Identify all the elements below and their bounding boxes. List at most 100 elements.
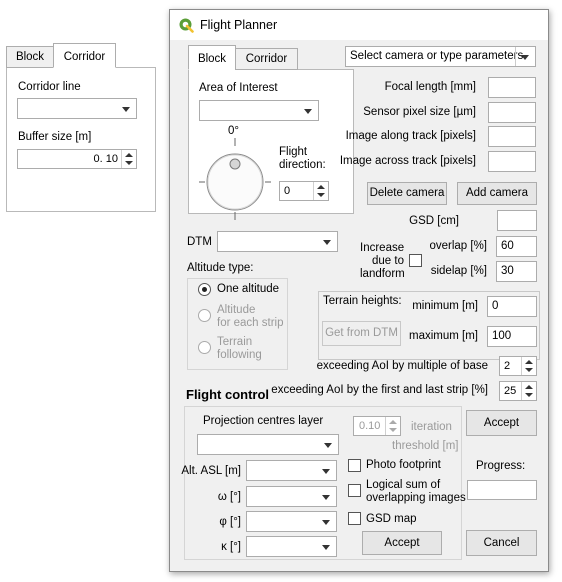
chevron-down-icon [521, 55, 529, 60]
phi-select[interactable] [246, 511, 337, 532]
first-last-strip-label: exceeding AoI by the first and last stri… [271, 384, 488, 396]
get-from-dtm-button[interactable]: Get from DTM [322, 321, 401, 346]
kappa-select[interactable] [246, 536, 337, 557]
cancel-button[interactable]: Cancel [466, 530, 537, 556]
image-across-track-input[interactable] [488, 151, 536, 172]
spin-buttons[interactable] [521, 382, 536, 400]
projection-centres-select[interactable] [197, 434, 339, 455]
flight-planner-window: Flight Planner Block Corridor Area of In… [169, 9, 549, 572]
sidelap-input[interactable]: 30 [496, 261, 537, 282]
minimum-label: minimum [m] [412, 300, 478, 312]
increase-label-3: landform [360, 268, 405, 280]
increase-label-2: due to [372, 255, 404, 267]
gsd-input[interactable] [497, 210, 537, 231]
increase-label-1: Increase [360, 242, 405, 254]
area-of-interest-label: Area of Interest [199, 82, 278, 94]
multiple-of-base-value: 2 [504, 360, 511, 372]
arrow-down-icon [389, 428, 397, 432]
alt-asl-label: Alt. ASL [m] [181, 465, 241, 477]
arrow-up-icon [525, 385, 533, 389]
overlap-value: 60 [501, 240, 514, 252]
spin-buttons[interactable] [313, 182, 328, 200]
altitude-each-strip-label-2: for each strip [217, 317, 284, 329]
multiple-of-base-spinbox[interactable]: 2 [499, 356, 537, 376]
arrow-down-icon [125, 161, 133, 165]
title-bar[interactable]: Flight Planner [170, 10, 548, 40]
flight-direction-dial[interactable] [199, 136, 271, 228]
sensor-pixel-size-input[interactable] [488, 102, 536, 123]
terrain-following-radio[interactable] [198, 341, 211, 354]
camera-select[interactable]: Select camera or type parameters [345, 46, 536, 67]
arrow-down-icon [525, 393, 533, 397]
focal-length-label: Focal length [mm] [384, 81, 476, 93]
altitude-each-strip-radio[interactable] [198, 309, 211, 322]
multiple-of-base-label: exceeding AoI by multiple of base [316, 360, 488, 372]
corridor-line-label: Corridor line [18, 81, 81, 93]
maximum-value: 100 [492, 330, 512, 342]
first-last-strip-spinbox[interactable]: 25 [499, 381, 537, 401]
omega-label: ω [°] [217, 491, 241, 503]
tab-corridor-aoi[interactable]: Corridor [235, 48, 298, 70]
terrain-following-label-2: following [217, 349, 262, 361]
alt-asl-select[interactable] [246, 460, 337, 481]
focal-length-input[interactable] [488, 77, 536, 98]
overlap-input[interactable]: 60 [496, 236, 537, 257]
gsd-map-checkbox[interactable] [348, 512, 361, 525]
flight-direction-spinbox[interactable]: 0 [279, 181, 329, 201]
logical-sum-label-1: Logical sum of [366, 479, 441, 491]
buffer-size-label: Buffer size [m] [18, 131, 92, 143]
projection-centres-label: Projection centres layer [203, 415, 324, 427]
minimum-input[interactable]: 0 [487, 296, 537, 317]
flight-control-accept-button[interactable]: Accept [362, 531, 442, 555]
chevron-down-icon [323, 240, 331, 245]
arrow-up-icon [125, 153, 133, 157]
flight-direction-label-2: direction: [279, 159, 326, 171]
area-of-interest-select[interactable] [199, 100, 319, 121]
window-title: Flight Planner [200, 18, 278, 32]
add-camera-button[interactable]: Add camera [457, 182, 537, 205]
iteration-threshold-value: 0.10 [359, 420, 381, 432]
logical-sum-label-2: overlapping images [366, 492, 466, 504]
omega-select[interactable] [246, 486, 337, 507]
image-across-track-label: Image across track [pixels] [339, 155, 476, 167]
arrow-up-icon [317, 185, 325, 189]
arrow-up-icon [525, 360, 533, 364]
photo-footprint-label: Photo footprint [366, 459, 441, 471]
sensor-pixel-size-label: Sensor pixel size [µm] [363, 106, 476, 118]
first-last-strip-value: 25 [504, 385, 517, 397]
dtm-label: DTM [187, 236, 212, 248]
terrain-following-label-1: Terrain [217, 336, 253, 348]
maximum-input[interactable]: 100 [487, 326, 537, 347]
corridor-line-select[interactable] [17, 98, 137, 119]
progress-label: Progress: [476, 460, 526, 472]
accept-button[interactable]: Accept [466, 410, 537, 436]
image-along-track-label: Image along track [pixels] [345, 130, 476, 142]
arrow-down-icon [317, 193, 325, 197]
delete-camera-button[interactable]: Delete camera [367, 182, 447, 205]
iteration-threshold-spinbox[interactable]: 0.10 [353, 416, 401, 436]
dtm-select[interactable] [217, 231, 338, 252]
qgis-logo-icon [179, 18, 194, 33]
one-altitude-label: One altitude [217, 283, 280, 295]
buffer-size-spinbox[interactable]: 0. 10 [17, 149, 137, 169]
spin-buttons[interactable] [385, 417, 400, 435]
tab-corridor[interactable]: Corridor [53, 43, 116, 68]
spin-buttons[interactable] [521, 357, 536, 375]
spin-buttons[interactable] [121, 150, 136, 168]
chevron-down-icon [122, 107, 130, 112]
chevron-down-icon [324, 443, 332, 448]
logical-sum-checkbox[interactable] [348, 484, 361, 497]
increase-landform-checkbox[interactable] [409, 254, 422, 267]
chevron-down-icon [322, 545, 330, 550]
terrain-heights-label: Terrain heights: [323, 295, 402, 307]
image-along-track-input[interactable] [488, 126, 536, 147]
one-altitude-radio[interactable] [198, 283, 211, 296]
tab-block-aoi[interactable]: Block [188, 45, 236, 70]
photo-footprint-checkbox[interactable] [348, 459, 361, 472]
maximum-label: maximum [m] [409, 330, 478, 342]
tab-block[interactable]: Block [6, 46, 54, 68]
chevron-down-icon [322, 469, 330, 474]
sidelap-label: sidelap [%] [430, 265, 487, 277]
iteration-label-2: threshold [m] [392, 440, 459, 452]
overlap-label: overlap [%] [429, 240, 487, 252]
